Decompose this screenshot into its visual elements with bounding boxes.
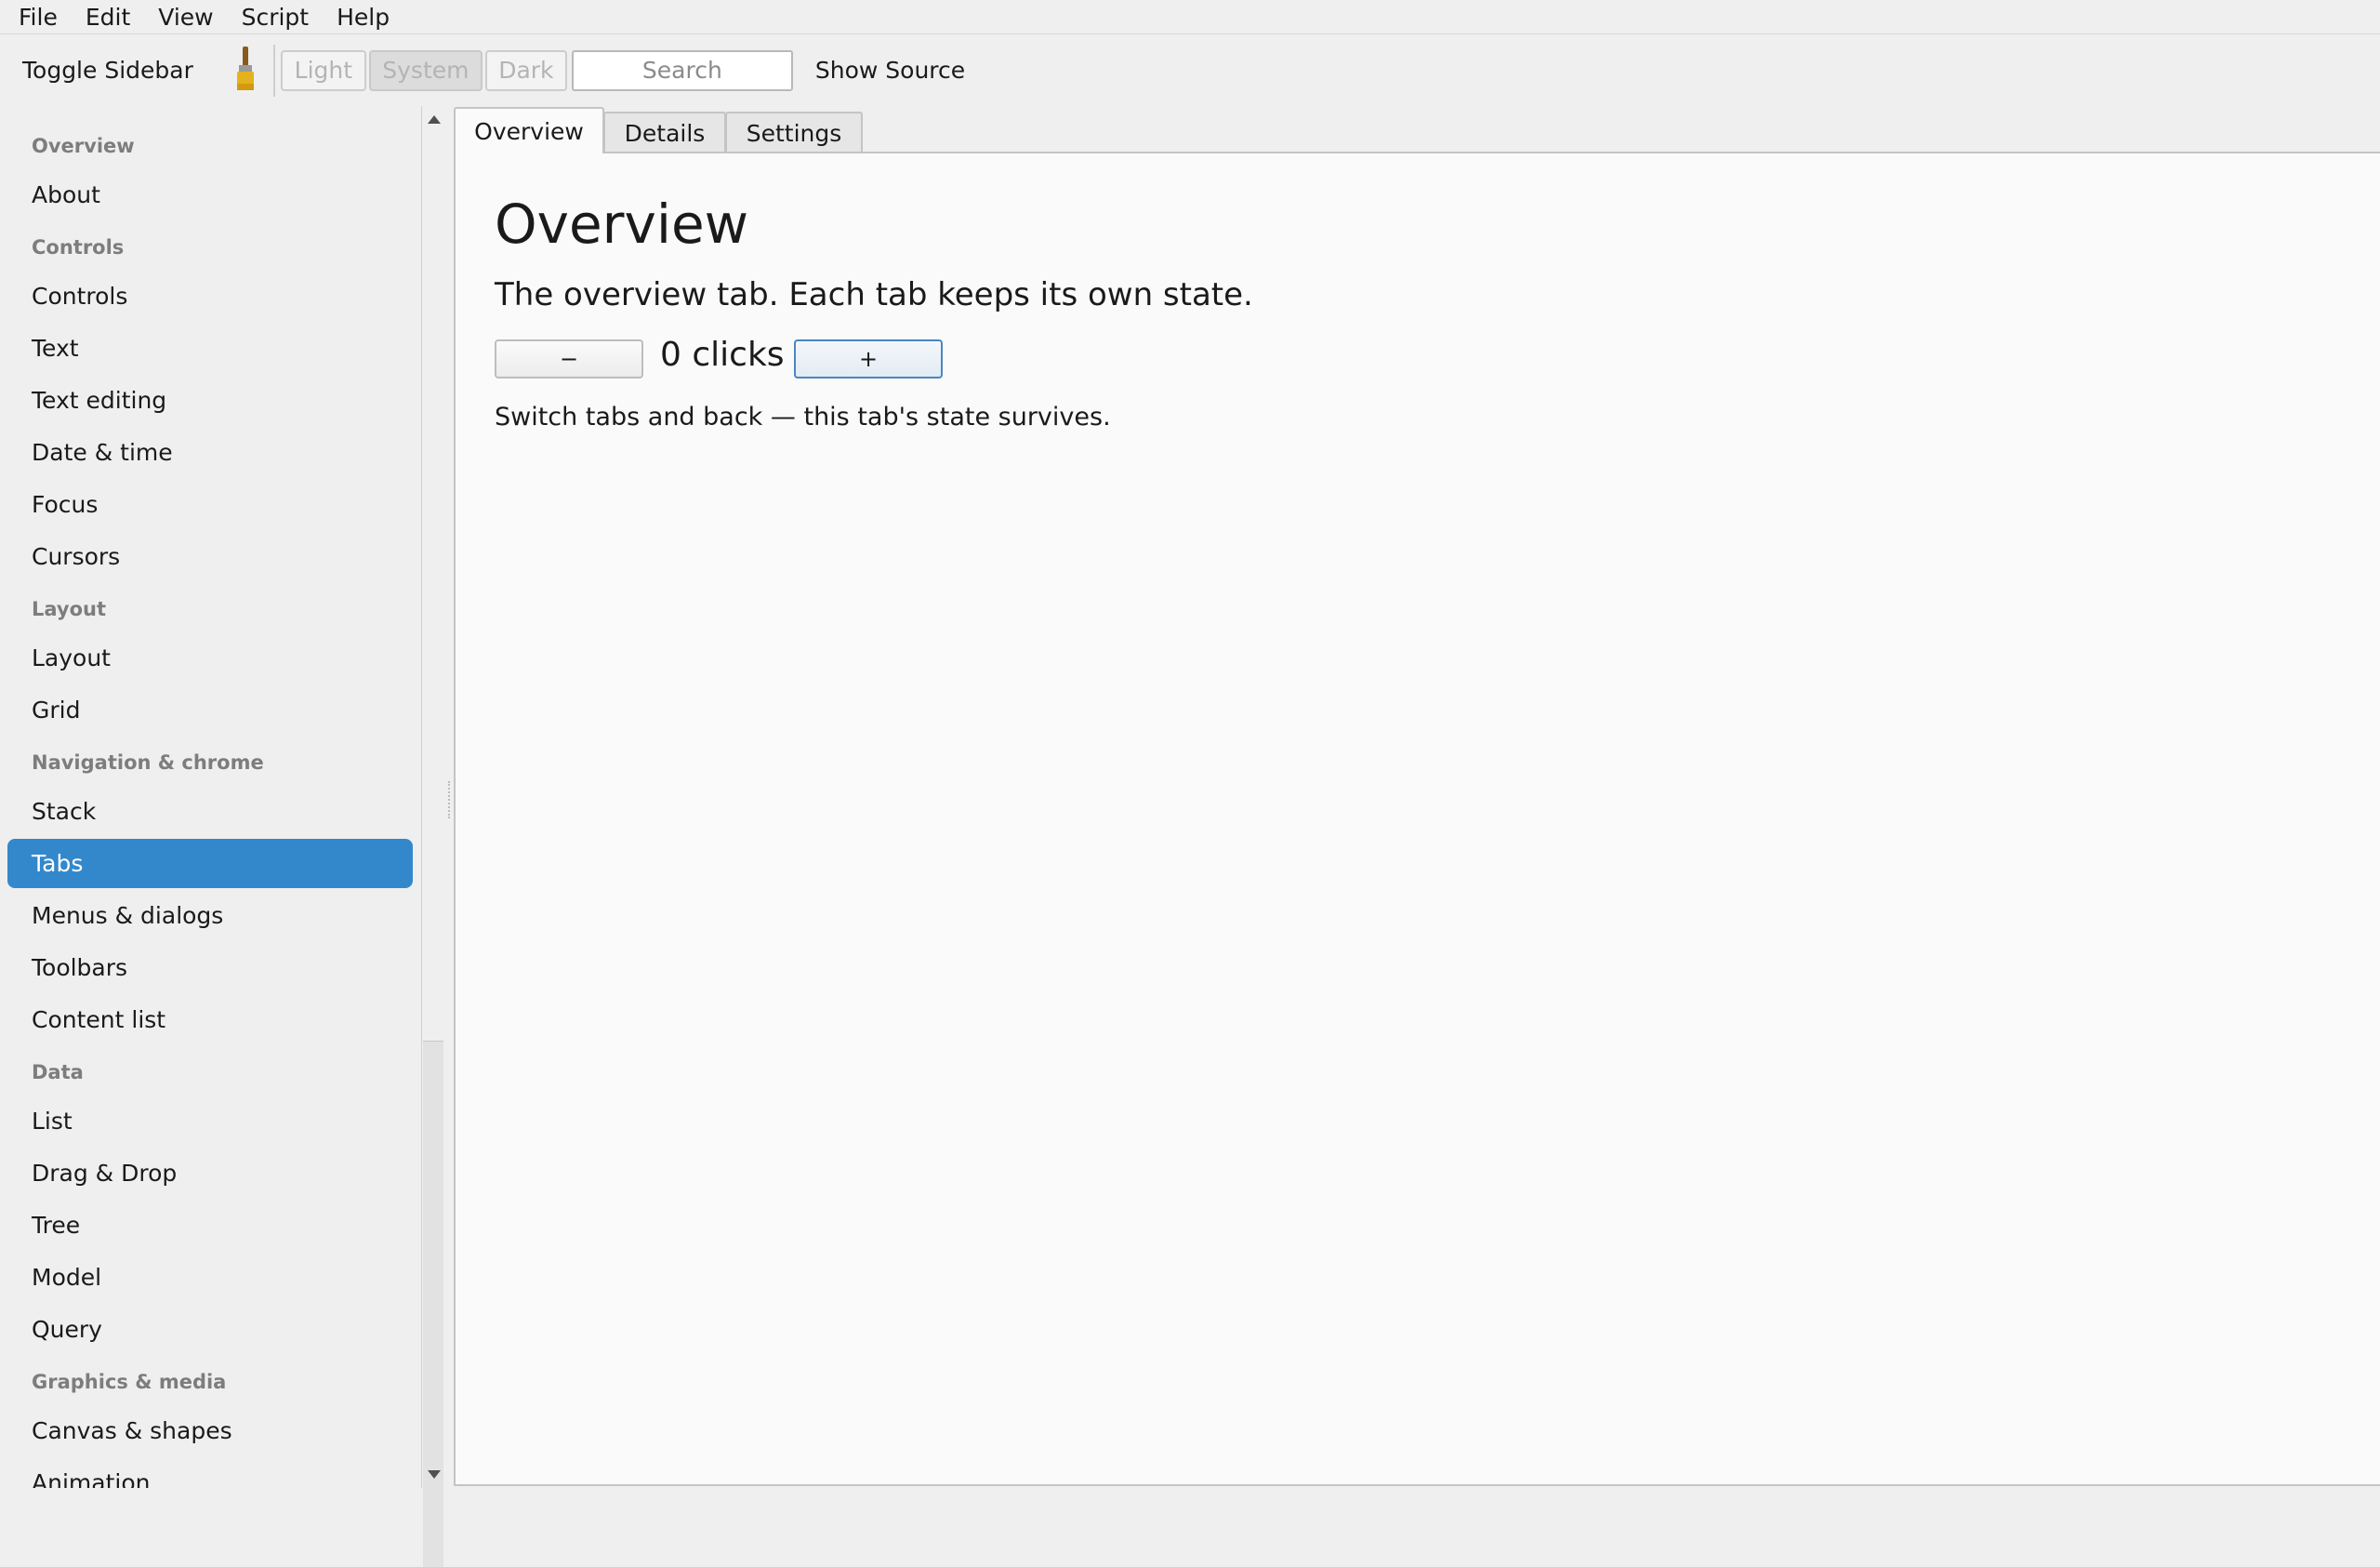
tab-overview[interactable]: Overview <box>454 107 604 153</box>
tab-description: The overview tab. Each tab keeps its own… <box>495 276 1253 313</box>
sidebar-item-model[interactable]: Model <box>7 1253 413 1302</box>
sidebar: Overview About Controls Controls Text Text ed… <box>0 106 420 1488</box>
sidebar-item-canvas-shapes[interactable]: Canvas & shapes <box>7 1406 413 1455</box>
sidebar-item-drag-drop[interactable]: Drag & Drop <box>7 1149 413 1198</box>
sidebar-item-tree[interactable]: Tree <box>7 1201 413 1250</box>
sidebar-scrollbar[interactable] <box>421 106 444 1567</box>
sidebar-item-cursors[interactable]: Cursors <box>7 532 413 581</box>
paintbrush-icon[interactable] <box>227 45 264 97</box>
toolbar-separator <box>272 44 275 97</box>
sidebar-section-data: Data <box>32 1060 84 1083</box>
sidebar-item-toolbars[interactable]: Toolbars <box>7 943 413 992</box>
sidebar-item-list[interactable]: List <box>7 1096 413 1146</box>
sidebar-section-graphics-media: Graphics & media <box>32 1370 227 1393</box>
sidebar-item-date-time[interactable]: Date & time <box>7 428 413 477</box>
increment-button[interactable]: + <box>794 339 943 378</box>
menu-bar: File Edit View Script Help <box>0 0 2380 34</box>
show-source-button[interactable]: Show Source <box>804 57 976 84</box>
toolbar: Toggle Sidebar Light System Dark Search … <box>0 34 2380 106</box>
sidebar-item-content-list[interactable]: Content list <box>7 995 413 1044</box>
sidebar-item-focus[interactable]: Focus <box>7 480 413 529</box>
menu-file[interactable]: File <box>0 4 68 31</box>
tab-content-panel: Overview The overview tab. Each tab keep… <box>454 152 2380 1486</box>
tab-settings[interactable]: Settings <box>725 112 863 153</box>
sidebar-item-controls[interactable]: Controls <box>7 272 413 321</box>
search-input[interactable]: Search <box>571 49 793 91</box>
scroll-up-arrow-icon[interactable] <box>428 115 441 124</box>
sidebar-section-navigation-chrome: Navigation & chrome <box>32 750 264 774</box>
sidebar-item-text[interactable]: Text <box>7 324 413 373</box>
sidebar-item-layout[interactable]: Layout <box>7 633 413 683</box>
sidebar-item-grid[interactable]: Grid <box>7 685 413 735</box>
sidebar-item-animation[interactable]: Animation <box>7 1458 413 1488</box>
scrollbar-track[interactable] <box>423 1041 443 1567</box>
sidebar-section-layout: Layout <box>32 597 107 620</box>
page-title: Overview <box>495 193 749 256</box>
sidebar-item-text-editing[interactable]: Text editing <box>7 376 413 425</box>
sidebar-item-stack[interactable]: Stack <box>7 787 413 836</box>
tab-details[interactable]: Details <box>603 112 726 153</box>
scroll-down-arrow-icon[interactable] <box>428 1470 441 1479</box>
decrement-button[interactable]: − <box>495 339 643 378</box>
sidebar-item-menus-dialogs[interactable]: Menus & dialogs <box>7 891 413 940</box>
menu-script[interactable]: Script <box>224 4 320 31</box>
menu-view[interactable]: View <box>140 4 223 31</box>
theme-dark-button[interactable]: Dark <box>484 49 567 91</box>
theme-light-button[interactable]: Light <box>280 49 366 91</box>
sidebar-section-controls: Controls <box>32 235 125 259</box>
sidebar-item-query[interactable]: Query <box>7 1305 413 1354</box>
click-count: 0 clicks <box>660 336 785 374</box>
theme-system-button[interactable]: System <box>368 49 483 91</box>
toggle-sidebar-button[interactable]: Toggle Sidebar <box>11 57 205 84</box>
sidebar-section-overview: Overview <box>32 134 135 157</box>
sidebar-item-tabs[interactable]: Tabs <box>7 839 413 888</box>
sidebar-item-about[interactable]: About <box>7 170 413 219</box>
state-note: Switch tabs and back — this tab's state … <box>495 403 1111 432</box>
menu-help[interactable]: Help <box>319 4 400 31</box>
menu-edit[interactable]: Edit <box>68 4 140 31</box>
